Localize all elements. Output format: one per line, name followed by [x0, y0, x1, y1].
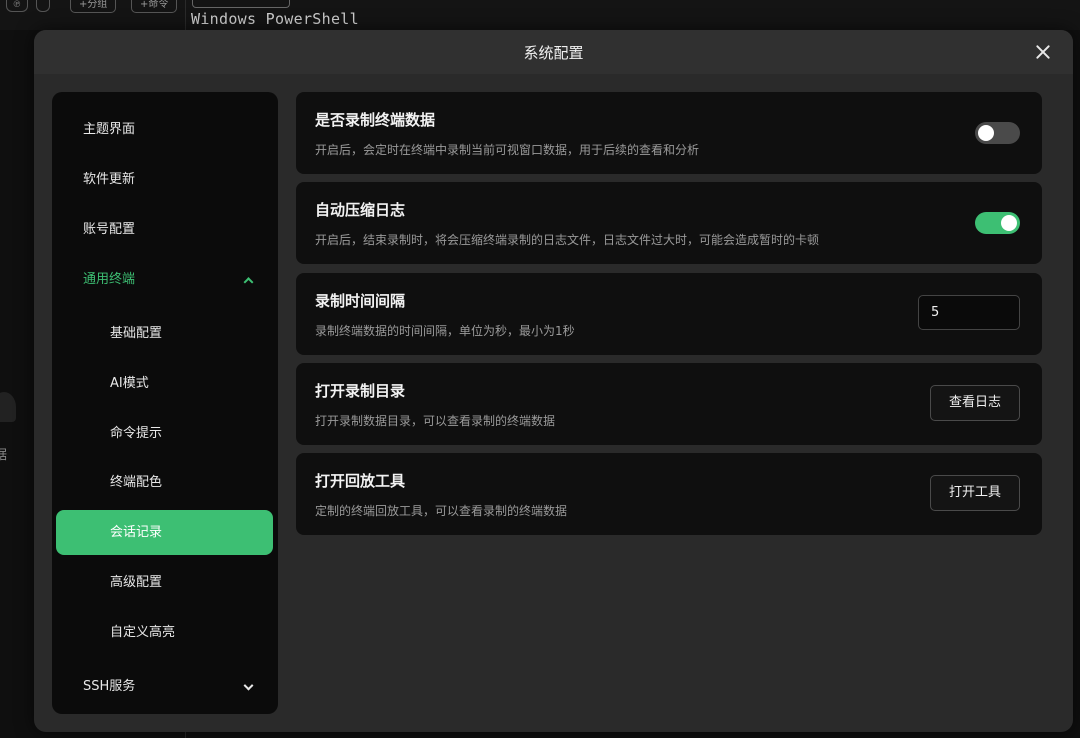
setting-description: 录制终端数据的时间间隔，单位为秒，最小为1秒 — [315, 324, 575, 338]
sidebar-item-label: 主题界面 — [83, 122, 136, 137]
dialog-header: 系统配置 — [34, 30, 1073, 74]
sidebar-item-session-record[interactable]: 会话记录 — [56, 510, 273, 555]
setting-description: 打开录制数据目录，可以查看录制的终端数据 — [315, 414, 556, 428]
setting-description: 开启后，结束录制时，将会压缩终端录制的日志文件，日志文件过大时，可能会造成暂时的… — [315, 233, 820, 247]
view-log-button[interactable]: 查看日志 — [930, 385, 1020, 421]
sidebar-item-advanced-config[interactable]: 高级配置 — [52, 560, 278, 606]
dialog-title: 系统配置 — [523, 44, 584, 62]
add-group-button[interactable]: +分组 — [70, 0, 117, 13]
chevron-down-icon — [243, 680, 254, 691]
record-interval-input[interactable] — [918, 295, 1020, 330]
database-icon — [0, 392, 16, 422]
setting-title: 是否录制终端数据 — [315, 111, 436, 129]
setting-title: 打开回放工具 — [315, 472, 406, 490]
sidebar-item-label: 基础配置 — [110, 326, 163, 341]
sidebar-item-label: 软件更新 — [83, 172, 136, 187]
sidebar-item-label: 自定义高亮 — [110, 625, 176, 640]
toggle-knob — [1001, 215, 1017, 231]
setting-open-record-dir: 打开录制目录 打开录制数据目录，可以查看录制的终端数据 查看日志 — [296, 363, 1042, 445]
sidebar-item-label: SSH服务 — [83, 679, 136, 694]
sidebar-item-label: 通用终端 — [83, 272, 136, 287]
setting-title: 打开录制目录 — [315, 382, 406, 400]
toggle-knob — [978, 125, 994, 141]
setting-auto-compress-log: 自动压缩日志 开启后，结束录制时，将会压缩终端录制的日志文件，日志文件过大时，可… — [296, 182, 1042, 264]
add-command-button[interactable]: +命令 — [131, 0, 178, 13]
sidebar-item-label: AI模式 — [110, 376, 149, 391]
system-config-dialog: 系统配置 主题界面 软件更新 账号配置 通用终端 基础配置 AI模式 命令提示 … — [34, 30, 1073, 732]
setting-description: 开启后，会定时在终端中录制当前可视窗口数据，用于后续的查看和分析 — [315, 143, 700, 157]
sidebar-item-update[interactable]: 软件更新 — [52, 157, 278, 203]
close-icon[interactable] — [1031, 40, 1055, 64]
sidebar-item-label: 账号配置 — [83, 222, 136, 237]
setting-description: 定制的终端回放工具，可以查看录制的终端数据 — [315, 504, 568, 518]
setting-record-terminal-data: 是否录制终端数据 开启后，会定时在终端中录制当前可视窗口数据，用于后续的查看和分… — [296, 92, 1042, 174]
sidebar-item-terminal-colors[interactable]: 终端配色 — [52, 460, 278, 506]
background-partial-label: 据 — [0, 448, 8, 463]
sidebar-item-label: 会话记录 — [110, 525, 163, 540]
window-icon — [36, 0, 50, 12]
sidebar-item-theme[interactable]: 主题界面 — [52, 107, 278, 153]
settings-sidebar: 主题界面 软件更新 账号配置 通用终端 基础配置 AI模式 命令提示 终端配色 … — [52, 92, 278, 714]
sidebar-item-custom-highlight[interactable]: 自定义高亮 — [52, 610, 278, 656]
sidebar-item-basic-config[interactable]: 基础配置 — [52, 311, 278, 357]
auto-compress-toggle[interactable] — [975, 212, 1020, 234]
terminal-tab[interactable] — [192, 0, 290, 8]
sidebar-item-account[interactable]: 账号配置 — [52, 207, 278, 253]
sidebar-item-ai-mode[interactable]: AI模式 — [52, 361, 278, 407]
setting-open-replay-tool: 打开回放工具 定制的终端回放工具，可以查看录制的终端数据 打开工具 — [296, 453, 1042, 535]
sidebar-item-label: 命令提示 — [110, 426, 163, 441]
sidebar-item-label: 终端配色 — [110, 475, 163, 490]
sidebar-item-command-hint[interactable]: 命令提示 — [52, 411, 278, 457]
app-logo-icon: ℗ — [6, 0, 28, 12]
setting-record-interval: 录制时间间隔 录制终端数据的时间间隔，单位为秒，最小为1秒 — [296, 273, 1042, 355]
sidebar-item-ssh-service[interactable]: SSH服务 — [52, 664, 278, 710]
terminal-output: Windows PowerShell — [191, 10, 359, 28]
setting-title: 录制时间间隔 — [315, 292, 406, 310]
sidebar-item-label: 高级配置 — [110, 575, 163, 590]
open-tool-button[interactable]: 打开工具 — [930, 475, 1020, 511]
chevron-up-icon — [243, 277, 254, 288]
record-terminal-toggle[interactable] — [975, 122, 1020, 144]
setting-title: 自动压缩日志 — [315, 201, 406, 219]
sidebar-item-general-terminal[interactable]: 通用终端 — [52, 257, 278, 303]
